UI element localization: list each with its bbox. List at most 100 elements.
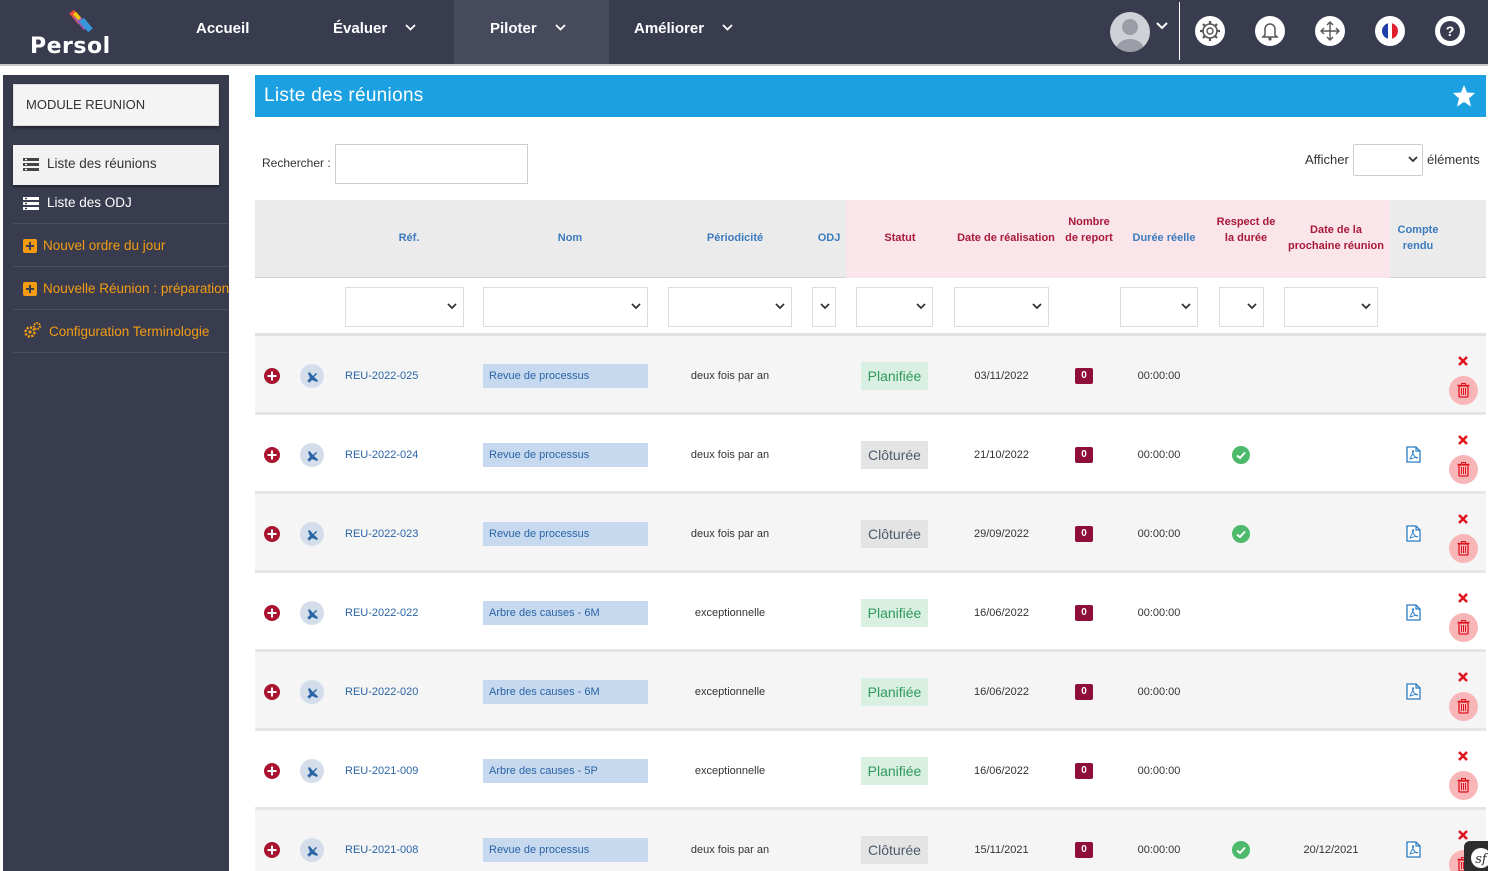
chevron-down-icon	[916, 303, 926, 310]
trash-icon[interactable]	[1449, 534, 1478, 563]
add-circle-icon[interactable]	[264, 763, 280, 779]
plane-icon[interactable]	[300, 364, 324, 388]
language-flag-icon[interactable]	[1375, 16, 1405, 46]
logo-text: Persol	[30, 34, 111, 59]
meeting-name[interactable]: Revue de processus	[483, 364, 648, 388]
meeting-name[interactable]: Arbre des causes - 6M	[483, 680, 648, 704]
col-respect-duree-header[interactable]: Respect de la durée	[1215, 214, 1277, 246]
add-circle-icon[interactable]	[264, 605, 280, 621]
sidebar-item-liste-odj[interactable]: Liste des ODJ	[13, 184, 229, 224]
meeting-ref-link[interactable]: REU-2022-024	[345, 449, 418, 461]
filter-nom-select[interactable]	[483, 287, 648, 327]
filter-duree-select[interactable]	[1120, 287, 1198, 327]
meeting-ref-link[interactable]: REU-2021-009	[345, 765, 418, 777]
chevron-down-icon	[447, 303, 457, 310]
meeting-ref-link[interactable]: REU-2022-020	[345, 686, 418, 698]
col-ref-header[interactable]: Réf.	[380, 230, 438, 246]
meeting-ref-link[interactable]: REU-2021-008	[345, 844, 418, 856]
col-date-prochaine-header[interactable]: Date de la prochaine réunion	[1285, 222, 1387, 254]
filter-respect-select[interactable]	[1219, 287, 1264, 327]
sidebar-item-liste-reunions[interactable]: Liste des réunions	[13, 145, 219, 185]
status-badge: Clôturée	[861, 441, 928, 469]
col-nom-header[interactable]: Nom	[530, 230, 610, 246]
close-icon[interactable]	[1457, 592, 1469, 604]
add-circle-icon[interactable]	[264, 368, 280, 384]
col-compte-rendu-header[interactable]: Compte rendu	[1393, 222, 1443, 254]
plane-icon[interactable]	[300, 838, 324, 862]
meeting-ref-link[interactable]: REU-2022-025	[345, 370, 418, 382]
close-icon[interactable]	[1457, 671, 1469, 683]
filter-ref-select[interactable]	[345, 287, 464, 327]
col-periodicite-header[interactable]: Périodicité	[690, 230, 780, 246]
add-circle-icon[interactable]	[264, 842, 280, 858]
sidebar-item-nouvelle-reunion[interactable]: Nouvelle Réunion : préparation	[13, 270, 229, 310]
filter-statut-select[interactable]	[856, 287, 933, 327]
chevron-down-icon	[722, 24, 733, 31]
pdf-file-icon[interactable]	[1406, 683, 1421, 700]
sidebar-item-configuration[interactable]: Configuration Terminologie	[13, 313, 229, 353]
pdf-file-icon[interactable]	[1406, 604, 1421, 621]
meeting-date: 15/11/2021	[974, 844, 1029, 856]
settings-icon[interactable]	[1195, 16, 1225, 46]
add-circle-icon[interactable]	[264, 447, 280, 463]
meeting-ref-link[interactable]: REU-2022-022	[345, 607, 418, 619]
chevron-down-icon[interactable]	[1156, 22, 1168, 30]
trash-icon[interactable]	[1449, 376, 1478, 405]
table-row: REU-2022-022 Arbre des causes - 6M excepti…	[255, 573, 1486, 652]
plane-icon[interactable]	[300, 759, 324, 783]
add-circle-icon[interactable]	[264, 526, 280, 542]
nav-piloter[interactable]: Piloter	[454, 0, 609, 64]
close-icon[interactable]	[1457, 513, 1469, 525]
sidebar: MODULE REUNION Liste des réunions Liste …	[3, 75, 229, 871]
plane-icon[interactable]	[300, 522, 324, 546]
meeting-name[interactable]: Revue de processus	[483, 522, 648, 546]
sidebar-item-nouvel-ordre[interactable]: Nouvel ordre du jour	[13, 227, 229, 267]
col-odj-header[interactable]: ODJ	[810, 230, 848, 246]
symfony-toolbar-icon[interactable]: sf	[1464, 841, 1488, 871]
trash-icon[interactable]	[1449, 613, 1478, 642]
meeting-name[interactable]: Arbre des causes - 6M	[483, 601, 648, 625]
pdf-file-icon[interactable]	[1406, 525, 1421, 542]
filter-date-select[interactable]	[954, 287, 1049, 327]
plus-square-icon	[23, 282, 37, 296]
filter-odj-select[interactable]	[812, 287, 836, 327]
report-count-badge: 0	[1075, 526, 1093, 542]
meeting-name[interactable]: Revue de processus	[483, 838, 648, 862]
navbar-divider	[1179, 2, 1180, 60]
close-icon[interactable]	[1457, 434, 1469, 446]
close-icon[interactable]	[1457, 829, 1469, 841]
plane-icon[interactable]	[300, 601, 324, 625]
move-icon[interactable]	[1315, 16, 1345, 46]
table-row: REU-2022-020 Arbre des causes - 6M excepti…	[255, 652, 1486, 731]
filter-periodicite-select[interactable]	[668, 287, 792, 327]
user-avatar[interactable]	[1110, 12, 1150, 52]
star-icon[interactable]	[1452, 84, 1476, 107]
meeting-name[interactable]: Revue de processus	[483, 443, 648, 467]
trash-icon[interactable]	[1449, 455, 1478, 484]
pdf-file-icon[interactable]	[1406, 446, 1421, 463]
help-icon[interactable]: ?	[1435, 16, 1465, 46]
nav-ameliorer[interactable]: Améliorer	[634, 0, 733, 64]
app-logo[interactable]: Persol	[28, 8, 118, 59]
trash-icon[interactable]	[1449, 692, 1478, 721]
plane-icon[interactable]	[300, 680, 324, 704]
pdf-file-icon[interactable]	[1406, 841, 1421, 858]
col-date-realisation-header[interactable]: Date de réalisation	[950, 230, 1062, 246]
col-statut-header[interactable]: Statut	[870, 230, 930, 246]
search-input[interactable]	[335, 144, 528, 184]
page-length-select[interactable]	[1353, 144, 1423, 176]
filter-prochaine-select[interactable]	[1284, 287, 1378, 327]
meeting-ref-link[interactable]: REU-2022-023	[345, 528, 418, 540]
col-duree-reelle-header[interactable]: Durée réelle	[1124, 230, 1204, 246]
nav-accueil[interactable]: Accueil	[196, 0, 249, 64]
plane-icon[interactable]	[300, 443, 324, 467]
add-circle-icon[interactable]	[264, 684, 280, 700]
meeting-periodicity: deux fois par an	[690, 370, 770, 382]
nav-evaluer[interactable]: Évaluer	[333, 0, 417, 64]
close-icon[interactable]	[1457, 750, 1469, 762]
bell-icon[interactable]	[1255, 16, 1285, 46]
trash-icon[interactable]	[1449, 771, 1478, 800]
meeting-name[interactable]: Arbre des causes - 5P	[483, 759, 648, 783]
close-icon[interactable]	[1457, 355, 1469, 367]
col-nombre-report-header[interactable]: Nombre de report	[1062, 214, 1116, 246]
